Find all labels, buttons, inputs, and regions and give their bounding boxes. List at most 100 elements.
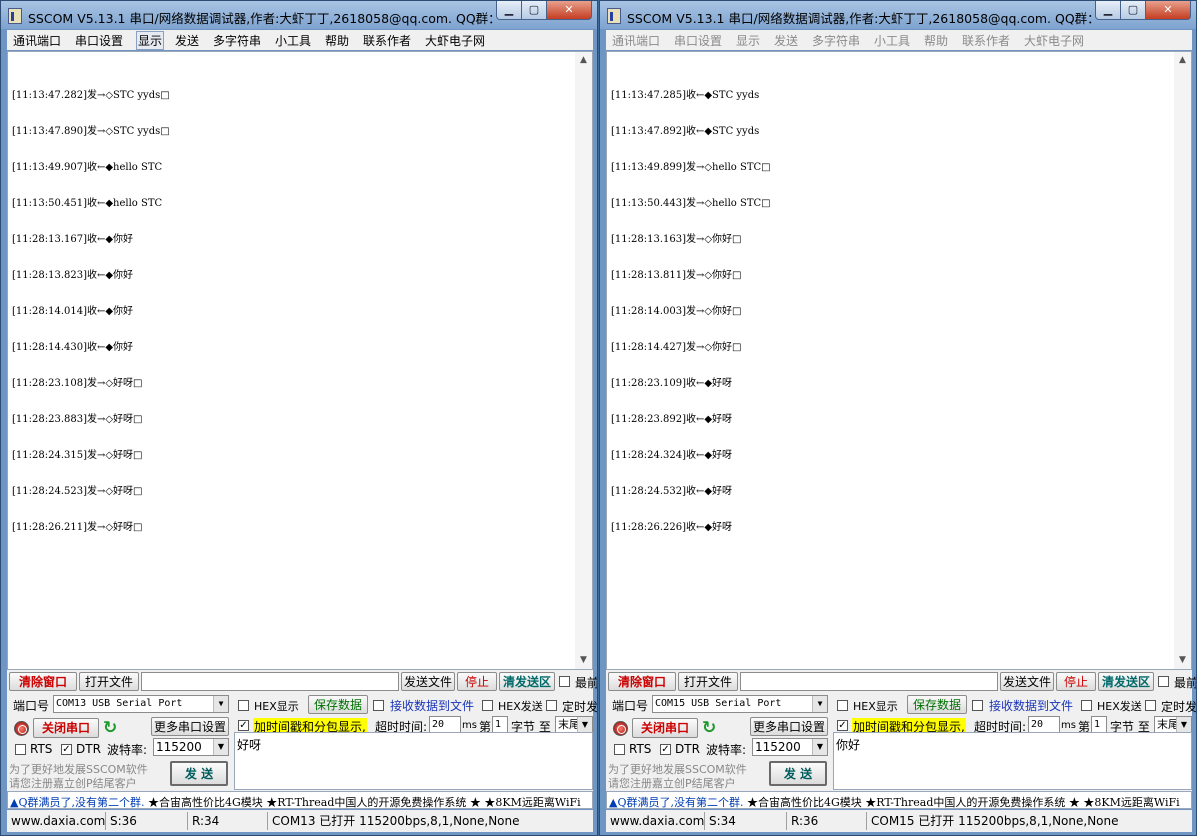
close-port-button[interactable]: 关闭串口 (632, 718, 698, 738)
menu-item-daxia[interactable]: 大虾电子网 (1024, 32, 1084, 49)
menu-item-serial-settings[interactable]: 串口设置 (75, 32, 123, 49)
status-website[interactable]: www.daxia.com (606, 812, 704, 830)
stop-button[interactable]: 停止 (457, 672, 497, 691)
clear-send-area-button[interactable]: 清发送区 (499, 672, 555, 691)
scroll-down-icon[interactable]: ▼ (575, 652, 592, 669)
dtr-checkbox[interactable]: ✓ (660, 744, 671, 755)
status-bar: www.daxia.com S:34 R:36 COM15 已打开 115200… (606, 810, 1192, 832)
port-select[interactable]: COM13 USB Serial Port (53, 695, 229, 713)
menu-item-comm-port[interactable]: 通讯端口 (13, 32, 61, 49)
rts-label: RTS (629, 742, 652, 756)
log-line: [11:13:47.282]发→◇STC yyds□ (12, 90, 170, 101)
rts-checkbox[interactable] (614, 744, 625, 755)
minimize-button[interactable]: ▁ (1095, 1, 1121, 20)
send-input[interactable]: 你好 (833, 732, 1192, 790)
send-button[interactable]: 发 送 (170, 761, 228, 786)
rts-checkbox[interactable] (15, 744, 26, 755)
scroll-up-icon[interactable]: ▲ (1174, 52, 1191, 69)
file-path-input[interactable] (740, 672, 998, 691)
close-button[interactable]: ✕ (546, 1, 592, 20)
status-port-info: COM15 已打开 115200bps,8,1,None,None (866, 812, 1119, 830)
menu-item-display[interactable]: 显示 (136, 31, 165, 50)
receive-area[interactable]: [11:13:47.282]发→◇STC yyds□ [11:13:47.890… (7, 51, 593, 670)
open-file-button[interactable]: 打开文件 (678, 672, 738, 691)
log-line: [11:13:50.443]发→◇hello STC□ (611, 198, 771, 209)
more-settings-button[interactable]: 更多串口设置 (750, 717, 828, 736)
title-bar[interactable]: SSCOM V5.13.1 串口/网络数据调试器,作者:大虾丁丁,2618058… (600, 1, 1196, 29)
menu-item-send[interactable]: 发送 (175, 32, 199, 49)
maximize-button[interactable]: ▢ (521, 1, 547, 20)
recv-to-file-checkbox[interactable] (373, 700, 384, 711)
menu-item-tools[interactable]: 小工具 (874, 32, 910, 49)
menu-item-help[interactable]: 帮助 (924, 32, 948, 49)
baud-select[interactable]: 115200 (752, 738, 828, 756)
scroll-down-icon[interactable]: ▼ (1174, 652, 1191, 669)
log-line: [11:13:47.890]发→◇STC yyds□ (12, 126, 170, 137)
save-data-button[interactable]: 保存数据 (907, 695, 967, 714)
stop-button[interactable]: 停止 (1056, 672, 1096, 691)
menu-item-help[interactable]: 帮助 (325, 32, 349, 49)
window-title: SSCOM V5.13.1 串口/网络数据调试器,作者:大虾丁丁,2618058… (28, 11, 494, 26)
hex-display-checkbox[interactable] (238, 700, 249, 711)
menu-item-contact[interactable]: 联系作者 (962, 32, 1010, 49)
minimize-button[interactable]: ▁ (496, 1, 522, 20)
refresh-icon[interactable]: ↻ (103, 718, 117, 738)
promo-line-2: 请您注册嘉立创P结尾客户 (608, 777, 736, 790)
hex-send-label: HEX发送 (1097, 700, 1142, 713)
refresh-icon[interactable]: ↻ (702, 718, 716, 738)
baud-select[interactable]: 115200 (153, 738, 229, 756)
menu-item-multistring[interactable]: 多字符串 (812, 32, 860, 49)
save-data-button[interactable]: 保存数据 (308, 695, 368, 714)
log-line: [11:28:24.523]发→◇好呀□ (12, 486, 143, 497)
timed-send-checkbox[interactable] (1145, 700, 1156, 711)
title-bar[interactable]: SSCOM V5.13.1 串口/网络数据调试器,作者:大虾丁丁,2618058… (1, 1, 597, 29)
timestamp-checkbox[interactable]: ✓ (238, 720, 249, 731)
hex-send-checkbox[interactable] (482, 700, 493, 711)
close-button[interactable]: ✕ (1145, 1, 1191, 20)
timed-send-checkbox[interactable] (546, 700, 557, 711)
menu-item-display[interactable]: 显示 (736, 32, 760, 49)
recv-to-file-checkbox[interactable] (972, 700, 983, 711)
menu-item-comm-port[interactable]: 通讯端口 (612, 32, 660, 49)
dtr-checkbox[interactable]: ✓ (61, 744, 72, 755)
news-ticker[interactable]: ▲Q群满员了,没有第二个群. ★合宙高性价比4G模块 ★RT-Thread中国人… (606, 791, 1192, 809)
recv-to-file-label[interactable]: 接收数据到文件 (989, 697, 1073, 714)
port-select[interactable]: COM15 USB Serial Port (652, 695, 828, 713)
receive-log: [11:13:47.285]收←◆STC yyds [11:13:47.892]… (611, 66, 771, 558)
send-file-button[interactable]: 发送文件 (1000, 672, 1054, 691)
send-input[interactable]: 好呀 (234, 732, 593, 790)
clear-send-area-button[interactable]: 清发送区 (1098, 672, 1154, 691)
recv-to-file-label[interactable]: 接收数据到文件 (390, 697, 474, 714)
status-website[interactable]: www.daxia.com (7, 812, 105, 830)
scroll-up-icon[interactable]: ▲ (575, 52, 592, 69)
open-file-button[interactable]: 打开文件 (79, 672, 139, 691)
always-on-top-checkbox[interactable] (1158, 676, 1169, 687)
menu-item-serial-settings[interactable]: 串口设置 (674, 32, 722, 49)
menu-item-multistring[interactable]: 多字符串 (213, 32, 261, 49)
always-on-top-checkbox[interactable] (559, 676, 570, 687)
file-path-input[interactable] (141, 672, 399, 691)
maximize-button[interactable]: ▢ (1120, 1, 1146, 20)
hex-send-checkbox[interactable] (1081, 700, 1092, 711)
news-ticker[interactable]: ▲Q群满员了,没有第二个群. ★合宙高性价比4G模块 ★RT-Thread中国人… (7, 791, 593, 809)
more-settings-button[interactable]: 更多串口设置 (151, 717, 229, 736)
hex-display-checkbox[interactable] (837, 700, 848, 711)
ms-label: ms (1061, 720, 1076, 731)
receive-area[interactable]: [11:13:47.285]收←◆STC yyds [11:13:47.892]… (606, 51, 1192, 670)
menu-item-daxia[interactable]: 大虾电子网 (425, 32, 485, 49)
log-line: [11:28:24.324]收←◆好呀 (611, 450, 733, 461)
menu-item-contact[interactable]: 联系作者 (363, 32, 411, 49)
send-button[interactable]: 发 送 (769, 761, 827, 786)
clear-window-button[interactable]: 清除窗口 (9, 672, 77, 691)
sscom-window-left: SSCOM V5.13.1 串口/网络数据调试器,作者:大虾丁丁,2618058… (0, 0, 598, 836)
clear-window-button[interactable]: 清除窗口 (608, 672, 676, 691)
menu-item-tools[interactable]: 小工具 (275, 32, 311, 49)
vertical-scrollbar[interactable]: ▲ ▼ (575, 52, 592, 669)
log-line: [11:28:14.427]发→◇你好□ (611, 342, 742, 353)
timestamp-checkbox[interactable]: ✓ (837, 720, 848, 731)
close-port-button[interactable]: 关闭串口 (33, 718, 99, 738)
menu-item-send[interactable]: 发送 (774, 32, 798, 49)
vertical-scrollbar[interactable]: ▲ ▼ (1174, 52, 1191, 669)
always-on-top-label: 最前 (1174, 676, 1197, 690)
send-file-button[interactable]: 发送文件 (401, 672, 455, 691)
